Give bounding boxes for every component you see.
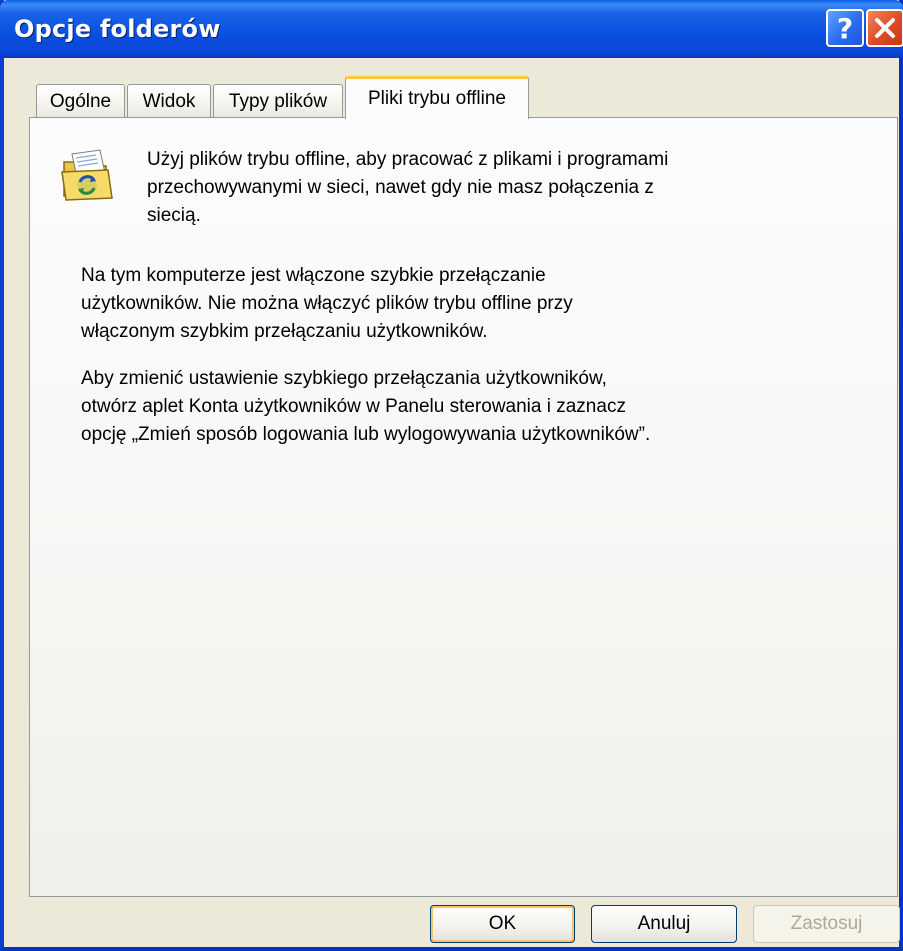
intro-text: Użyj plików trybu offline, aby pracować … xyxy=(147,149,669,226)
apply-button-label: Zastosuj xyxy=(790,913,863,934)
fast-user-switching-notice: Na tym komputerze jest włączone szybkie … xyxy=(81,265,573,342)
cancel-button-label: Anuluj xyxy=(637,913,691,934)
close-icon xyxy=(875,18,895,38)
change-setting-instructions: Aby zmienić ustawienie szybkiego przełąc… xyxy=(81,368,651,445)
ok-button[interactable]: OK xyxy=(430,905,575,943)
help-icon: ? xyxy=(836,11,854,45)
tab-label: Typy plików xyxy=(228,90,328,112)
apply-button[interactable]: Zastosuj xyxy=(753,905,900,943)
window-title: Opcje folderów xyxy=(14,15,221,43)
tab-general[interactable]: Ogólne xyxy=(36,84,125,118)
title-bar[interactable]: Opcje folderów ? xyxy=(0,0,903,58)
ok-button-label: OK xyxy=(488,913,517,934)
cancel-button[interactable]: Anuluj xyxy=(591,905,737,943)
close-button[interactable] xyxy=(866,9,903,47)
tab-panel: Użyj plików trybu offline, aby pracować … xyxy=(29,117,898,897)
tab-label: Ogólne xyxy=(49,90,112,112)
tab-label: Widok xyxy=(142,90,196,112)
tab-offline-files[interactable]: Pliki trybu offline xyxy=(345,76,529,119)
offline-files-folder-icon xyxy=(56,148,120,204)
help-button[interactable]: ? xyxy=(826,9,864,47)
tab-label: Pliki trybu offline xyxy=(368,88,506,109)
tab-view[interactable]: Widok xyxy=(127,84,211,118)
folder-options-dialog: Opcje folderów ? Ogólne Widok Typy plikó… xyxy=(0,0,903,951)
tab-file-types[interactable]: Typy plików xyxy=(213,84,343,118)
